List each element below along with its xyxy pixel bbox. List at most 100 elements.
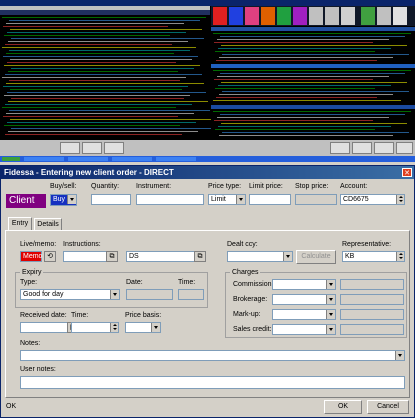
expiry-time-label: Time: <box>178 279 196 286</box>
ticker-row <box>6 113 194 114</box>
stop-price-field <box>295 194 337 205</box>
account-label: Account: <box>340 183 368 190</box>
ticker-row <box>4 125 180 126</box>
ticker-row <box>215 88 375 89</box>
representative-label: Representative: <box>342 241 392 248</box>
markup-label: Mark-up: <box>233 311 261 318</box>
toolbar-button <box>330 142 350 154</box>
tile <box>393 7 407 25</box>
price-type-select[interactable]: Limit <box>208 194 246 205</box>
ticker-row <box>10 119 212 120</box>
order-entry-dialog: Fidessa - Entering new client order - DI… <box>0 165 415 418</box>
ticker-row <box>216 60 377 61</box>
ticker-row <box>213 33 411 34</box>
ok-button[interactable]: OK <box>324 400 362 414</box>
ticker-row <box>216 97 377 98</box>
dealt-ccy-select[interactable] <box>227 251 293 262</box>
ticker-row <box>9 50 190 51</box>
ticker-row <box>8 131 198 132</box>
representative-field[interactable]: KB <box>342 251 405 262</box>
task-item <box>156 157 196 161</box>
notes-label: Notes: <box>20 340 41 347</box>
chevron-down-icon[interactable] <box>395 351 404 360</box>
ticker-row <box>11 68 194 69</box>
task-item <box>24 157 64 161</box>
ticker-row <box>2 17 206 18</box>
tile <box>229 7 243 25</box>
price-basis-label: Price basis: <box>125 312 162 319</box>
close-icon[interactable]: ✕ <box>402 168 412 177</box>
undo-icon[interactable]: ⟲ <box>44 251 56 262</box>
sales-credit-select[interactable] <box>272 324 336 335</box>
tab-entry[interactable]: Entry <box>8 217 32 230</box>
ticker-row <box>2 47 196 48</box>
chevron-down-icon[interactable] <box>283 252 292 261</box>
ticker-row <box>213 111 411 112</box>
buy-sell-label: Buy/sell: <box>50 183 77 190</box>
cancel-button[interactable]: Cancel <box>367 400 409 414</box>
ticker-row <box>221 123 407 124</box>
task-item <box>112 157 152 161</box>
tile <box>213 7 227 25</box>
spinner-icon[interactable] <box>396 252 404 261</box>
expiry-type-value: Good for day <box>23 291 64 298</box>
account-value: CD6675 <box>343 196 369 203</box>
ticker-row <box>220 114 405 115</box>
spinner-icon[interactable] <box>396 195 404 204</box>
instrument-field[interactable] <box>136 194 204 205</box>
account-field[interactable]: CD6675 <box>340 194 405 205</box>
chevron-down-icon[interactable] <box>236 195 245 204</box>
quantity-field[interactable] <box>91 194 131 205</box>
brokerage-select[interactable] <box>272 294 336 305</box>
tile <box>377 7 391 25</box>
price-basis-select[interactable] <box>125 322 161 333</box>
chevron-down-icon[interactable] <box>326 325 335 334</box>
user-notes-field[interactable] <box>20 376 405 389</box>
received-time-label: Time: <box>71 312 89 319</box>
status-bar: OK OK Cancel <box>1 398 414 418</box>
brokerage-label: Brokerage: <box>233 296 268 303</box>
chevron-down-icon[interactable] <box>326 280 335 289</box>
ticker-row <box>11 98 184 99</box>
markup-select[interactable] <box>272 309 336 320</box>
ticker-row <box>7 122 196 123</box>
ticker-row <box>8 101 208 102</box>
lookup-icon[interactable]: ⧉ <box>106 251 118 262</box>
notes-select[interactable] <box>20 350 405 361</box>
price-type-value: Limit <box>211 196 226 203</box>
chevron-down-icon[interactable] <box>326 295 335 304</box>
received-time-field[interactable] <box>71 322 119 333</box>
ticker-row <box>215 51 375 52</box>
task-item <box>68 157 108 161</box>
limit-price-field[interactable] <box>249 194 291 205</box>
chevron-down-icon[interactable] <box>67 195 76 204</box>
ticker-row <box>214 79 373 80</box>
ticker-row <box>7 32 186 33</box>
chevron-down-icon[interactable] <box>110 290 119 299</box>
limit-price-label: Limit price: <box>249 183 283 190</box>
ticker-row <box>4 35 170 36</box>
buy-sell-select[interactable]: Buy <box>50 194 77 206</box>
spinner-icon[interactable] <box>110 323 118 332</box>
commission-select[interactable] <box>272 279 336 290</box>
chevron-down-icon[interactable] <box>151 323 160 332</box>
lookup-icon[interactable]: ⧉ <box>194 251 206 262</box>
executions-panel <box>211 105 415 140</box>
live-memo-select[interactable]: Memo <box>20 251 42 262</box>
toolbar-button <box>352 142 372 154</box>
toolbar-button <box>104 142 124 154</box>
commission-value <box>340 279 404 290</box>
start-button <box>2 157 20 161</box>
expiry-date-field <box>126 289 173 300</box>
ticker-row <box>10 89 182 90</box>
tab-details[interactable]: Details <box>34 218 62 230</box>
chevron-down-icon[interactable] <box>326 310 335 319</box>
ticker-row <box>10 29 202 30</box>
ticker-row <box>218 48 391 49</box>
trades-header <box>211 64 415 68</box>
toolbar-button <box>396 142 413 154</box>
market-watch-header <box>0 10 210 15</box>
expiry-type-select[interactable]: Good for day <box>20 289 120 300</box>
calculate-button[interactable]: Calculate <box>296 250 336 264</box>
received-date-field[interactable] <box>20 322 68 333</box>
